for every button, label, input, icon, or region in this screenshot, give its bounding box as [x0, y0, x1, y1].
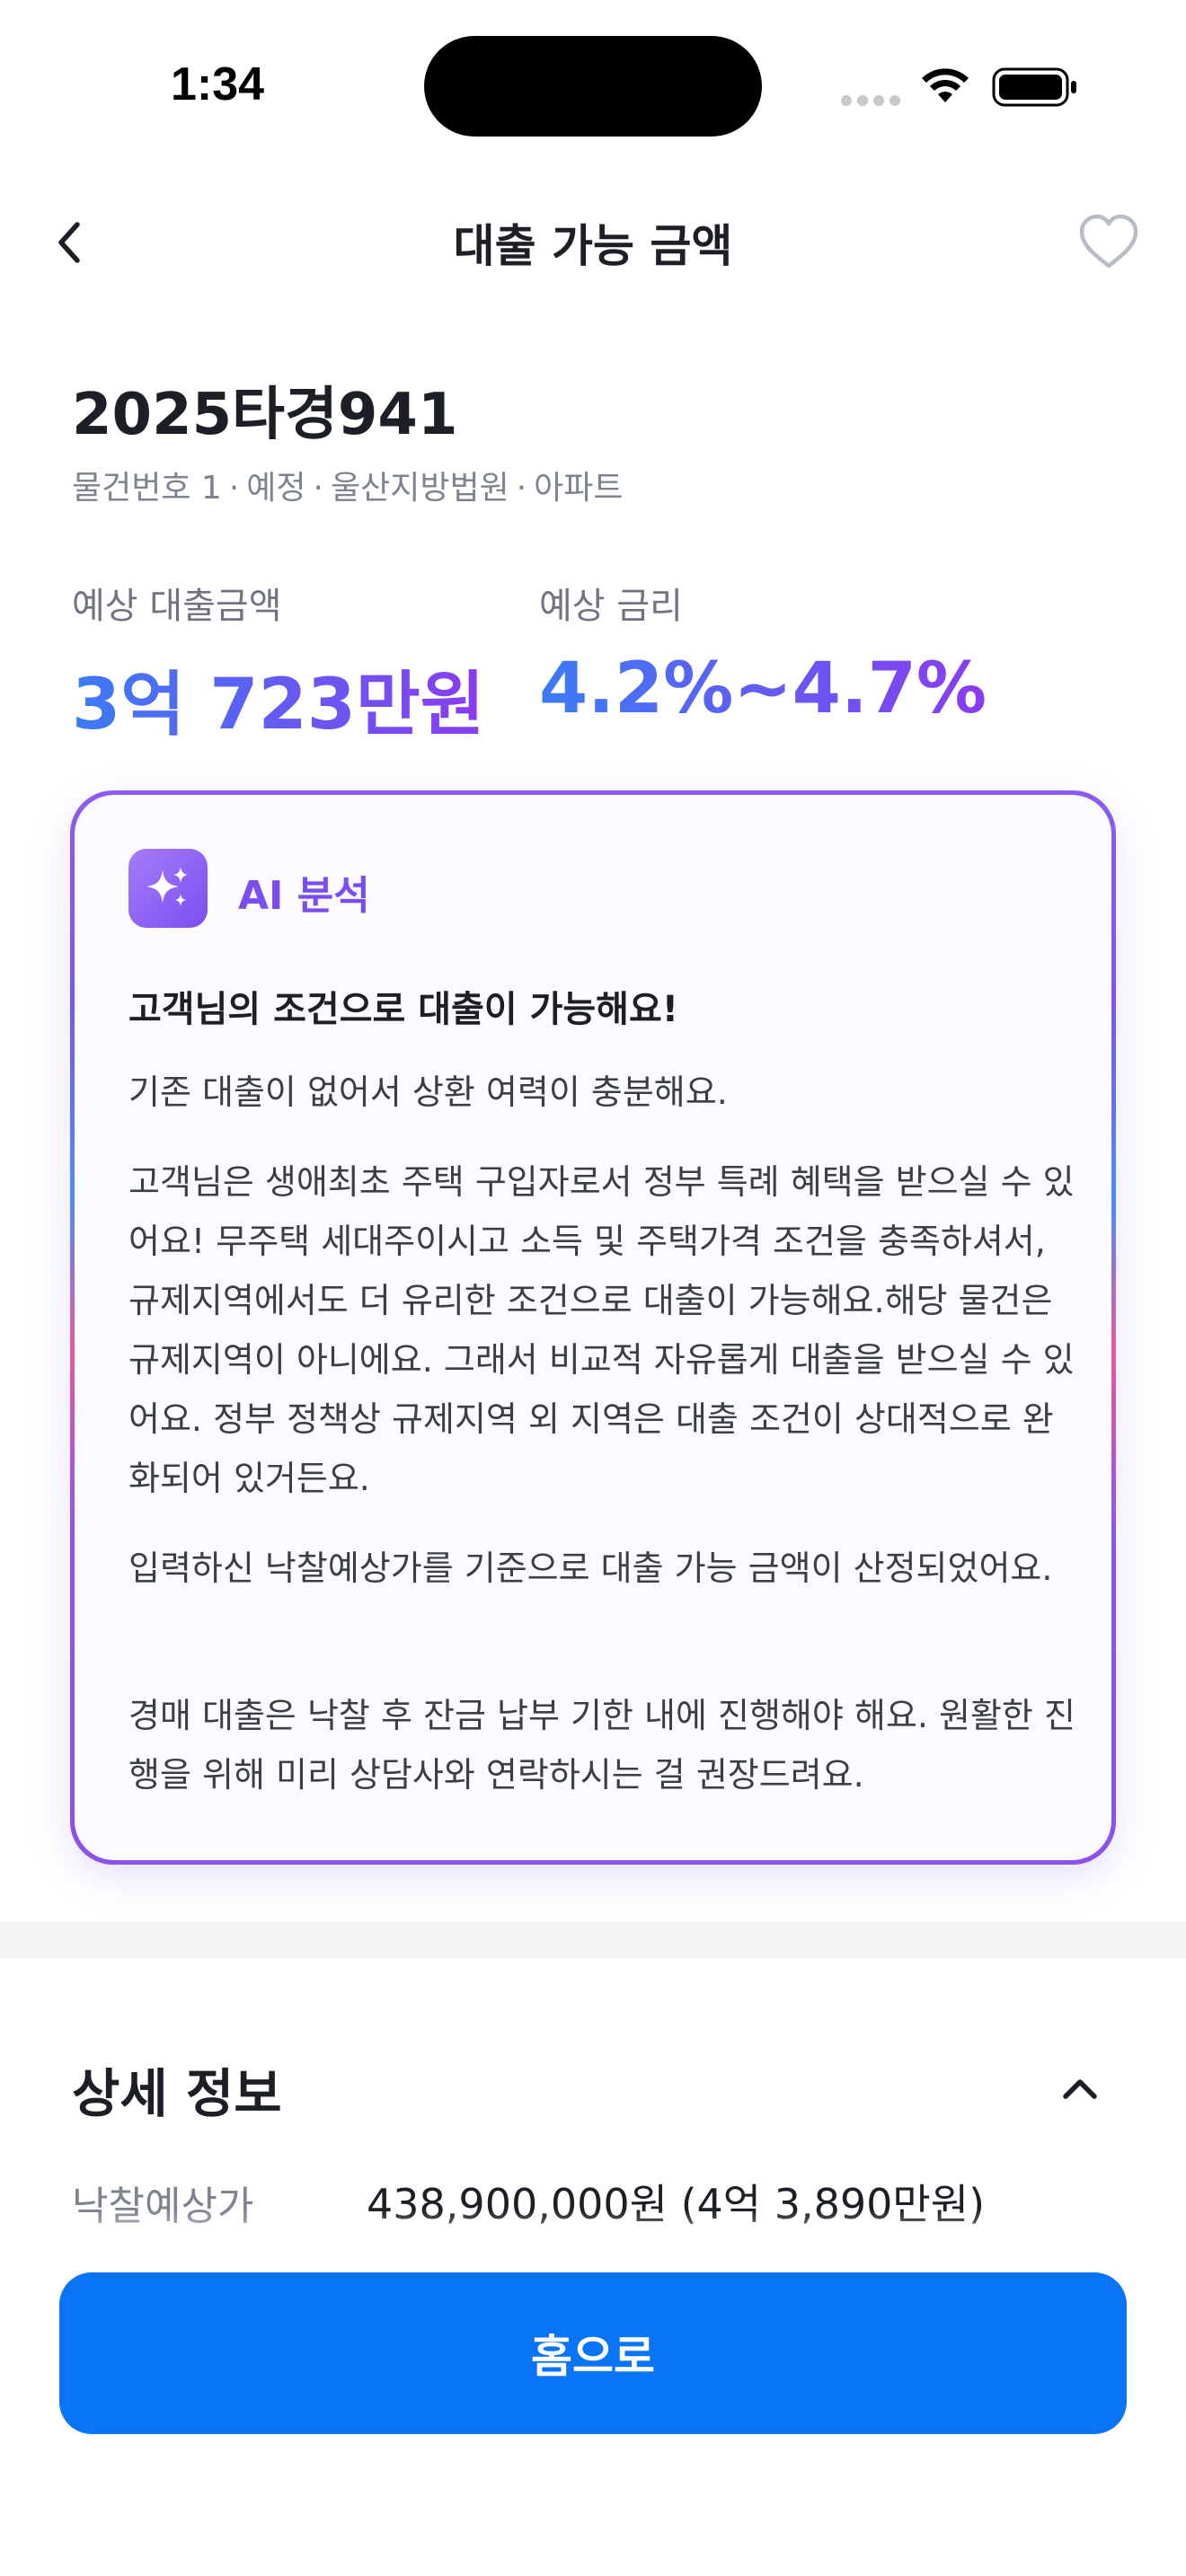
meta-item-court: 울산지방법원 — [330, 470, 509, 507]
dynamic-island — [424, 36, 762, 137]
sparkles-icon — [146, 867, 188, 906]
ai-paragraph: 고객님은 생애최초 주택 구입자로서 정부 특례 혜택을 받으실 수 있어요! … — [128, 1162, 1075, 1498]
chevron-up-icon — [1063, 2079, 1097, 2099]
case-meta: 물건번호 1 · 예정 · 울산지방법원 · 아파트 — [72, 462, 624, 508]
meta-separator: · — [228, 470, 240, 507]
loan-amount-value: 3억 723만원 — [72, 648, 485, 749]
battery-icon — [992, 67, 1076, 107]
ai-analysis-card-body: AI 분석 고객님의 조건으로 대출이 가능해요! 기존 대출이 없어서 상환 … — [75, 795, 1111, 1860]
meta-item-status: 예정 — [246, 470, 306, 507]
ai-paragraph: 경매 대출은 낙찰 후 잔금 납부 기한 내에 진행해야 해요. 원활한 진행을… — [128, 1696, 1075, 1795]
home-button[interactable]: 홈으로 — [59, 2272, 1127, 2434]
status-time: 1:34 — [171, 58, 265, 110]
loan-result-screen: 1:34 대출 가능 금액 2025타경941 물건번호 1 · 예정 · 울산… — [0, 0, 1186, 2576]
loan-amount-label: 예상 대출금액 — [72, 586, 282, 627]
ai-headline: 고객님의 조건으로 대출이 가능해요! — [128, 989, 679, 1030]
bottom-fade — [0, 2210, 1186, 2263]
meta-separator: · — [516, 470, 527, 507]
status-bar: 1:34 — [0, 0, 1186, 171]
details-title: 상세 정보 — [72, 2063, 282, 2124]
page-title: 대출 가능 금액 — [453, 220, 733, 272]
ai-paragraph: 입력하신 낙찰예상가를 기준으로 대출 가능 금액이 산정되었어요. — [128, 1548, 1053, 1588]
ai-paragraph: 기존 대출이 없어서 상환 여력이 충분해요. — [128, 1072, 728, 1112]
ai-label: AI 분석 — [238, 873, 370, 919]
favorite-button[interactable] — [1075, 208, 1143, 277]
case-number: 2025타경941 — [72, 382, 458, 448]
nav-bar: 대출 가능 금액 — [0, 180, 1186, 305]
ai-badge — [128, 849, 208, 928]
meta-separator: · — [313, 470, 323, 507]
meta-item-number: 물건번호 1 — [72, 470, 222, 507]
cellular-signal-icon — [841, 95, 902, 106]
wifi-icon — [922, 68, 969, 102]
heart-outline-icon — [1079, 214, 1138, 269]
interest-rate-value: 4.2%~4.7% — [539, 648, 987, 729]
interest-rate-label: 예상 금리 — [539, 586, 683, 627]
ai-analysis-card: AI 분석 고객님의 조건으로 대출이 가능해요! 기존 대출이 없어서 상환 … — [70, 790, 1116, 1865]
section-divider — [0, 1922, 1186, 1958]
meta-item-type: 아파트 — [534, 470, 624, 507]
collapse-details-button[interactable] — [1048, 2057, 1112, 2122]
